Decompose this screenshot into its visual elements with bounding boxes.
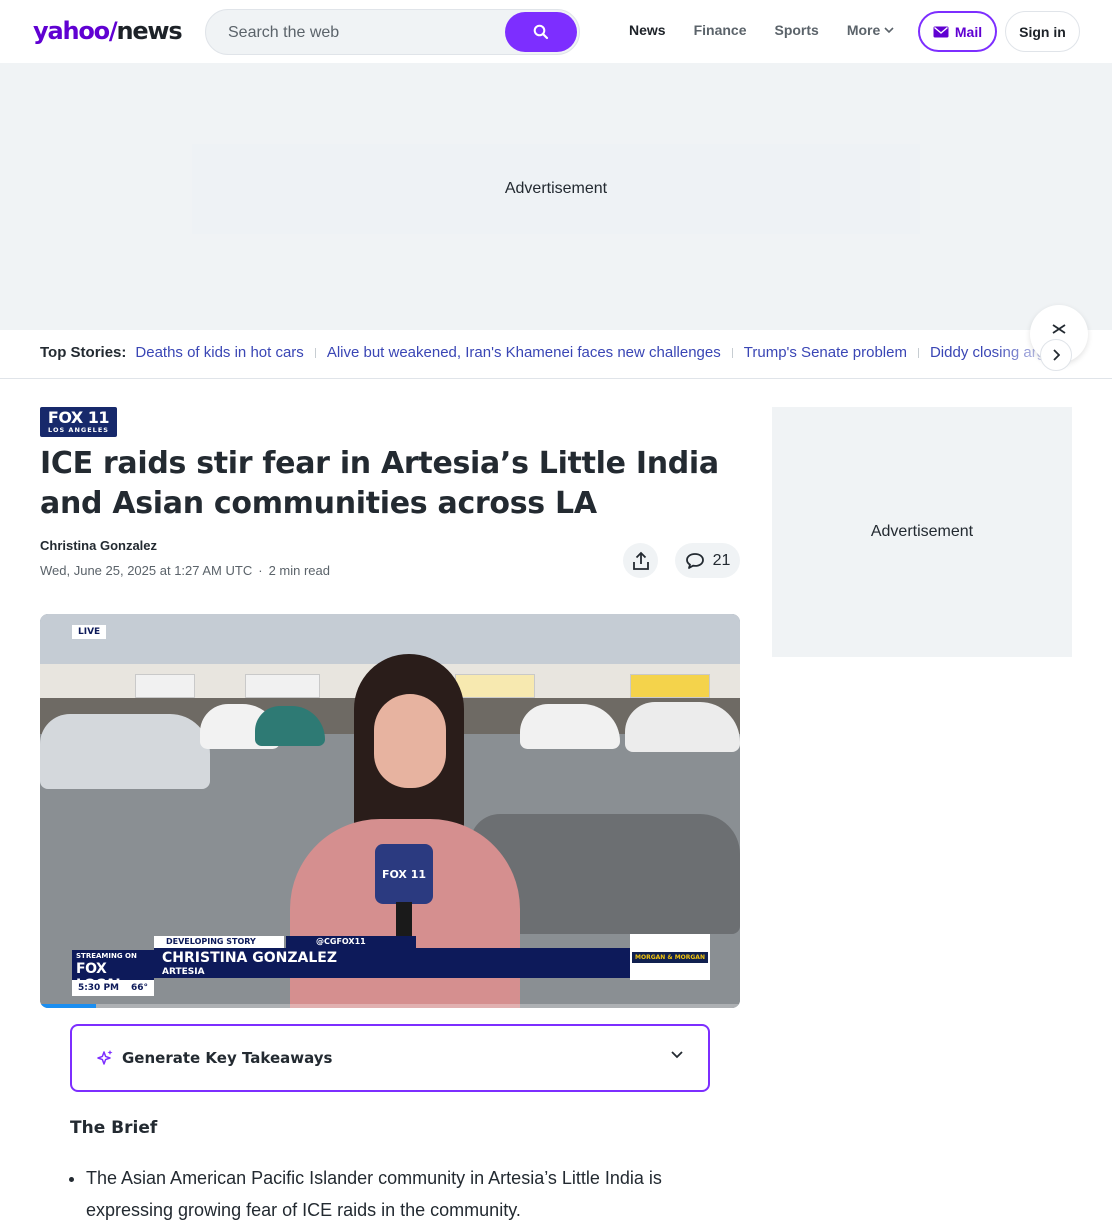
sponsor-logo: MORGAN & MORGAN	[630, 934, 710, 980]
share-icon	[632, 551, 649, 570]
search-bar	[205, 9, 580, 55]
video-progress-bar[interactable]	[40, 1004, 740, 1008]
logo-news-text: news	[116, 17, 182, 45]
reporter-location: ARTESIA	[162, 967, 205, 977]
developing-story-label: DEVELOPING STORY	[154, 936, 284, 948]
search-icon	[533, 24, 549, 40]
article-meta: Wed, June 25, 2025 at 1:27 AM UTC · 2 mi…	[40, 563, 330, 578]
chevron-down-icon	[884, 27, 894, 34]
site-header: yahoo/news News Finance Sports More Mail…	[0, 0, 1112, 64]
car	[625, 702, 740, 752]
time-temp-strip: 5:30 PM 66°	[72, 980, 154, 996]
top-ad-label: Advertisement	[504, 180, 608, 197]
search-button[interactable]	[505, 12, 577, 52]
nav-finance-label: Finance	[693, 22, 747, 38]
reporter-handle: @CGFOX11	[286, 936, 416, 948]
streaming-on-label: STREAMING ON	[76, 952, 137, 960]
logo-yahoo-text: yahoo/	[33, 17, 118, 45]
top-stories-bar: Top Stories: Deaths of kids in hot cars …	[0, 330, 1112, 379]
reporter-name-plate: CHRISTINA GONZALEZ ARTESIA	[154, 948, 630, 978]
nav-finance[interactable]: Finance	[694, 22, 747, 38]
microphone: FOX 11	[375, 844, 433, 904]
broadcast-temp: 66°	[131, 983, 149, 993]
top-ad-region: Advertisement	[0, 64, 1112, 330]
nav-news-label: News	[629, 22, 666, 38]
sign-in-label: Sign in	[1019, 23, 1066, 40]
sign-in-button[interactable]: Sign in	[1005, 11, 1080, 52]
meta-dot: ·	[258, 563, 263, 578]
nav-more[interactable]: More	[847, 22, 894, 38]
nav-sports[interactable]: Sports	[774, 22, 818, 38]
nav-news[interactable]: News	[629, 22, 666, 38]
key-takeaways-label: Generate Key Takeaways	[122, 1049, 333, 1067]
sparkle-icon	[97, 1050, 113, 1065]
mail-button[interactable]: Mail	[918, 11, 997, 52]
top-ad[interactable]: Advertisement	[192, 144, 920, 234]
provider-logo-sub: LOS ANGELES	[48, 426, 109, 434]
chevron-right-icon	[1053, 349, 1060, 361]
read-time: 2 min read	[268, 563, 330, 578]
sidebar-ad-label: Advertisement	[870, 523, 974, 540]
nav-more-label: More	[846, 22, 881, 38]
article-author[interactable]: Christina Gonzalez	[40, 538, 157, 553]
top-story-link[interactable]: Trump's Senate problem	[744, 344, 907, 361]
nav-sports-label: Sports	[774, 22, 819, 38]
story-divider	[731, 347, 733, 358]
reporter-name: CHRISTINA GONZALEZ	[162, 950, 337, 966]
article-date: Wed, June 25, 2025 at 1:27 AM UTC	[40, 563, 253, 578]
top-stories-label: Top Stories:	[40, 344, 127, 361]
car	[40, 714, 210, 789]
close-icon	[1052, 324, 1066, 334]
video-progress-fill	[40, 1004, 96, 1008]
story-divider	[917, 347, 919, 358]
fox-local-bug: STREAMING ON FOX LOCAL 5:30 PM 66°	[72, 950, 154, 996]
brief-item: The Asian American Pacific Islander comm…	[86, 1162, 696, 1223]
car	[520, 704, 620, 749]
search-input[interactable]	[228, 21, 498, 45]
share-button[interactable]	[623, 543, 658, 578]
story-divider	[314, 347, 316, 358]
chevron-down-icon	[671, 1051, 683, 1059]
stories-next-button[interactable]	[1040, 339, 1072, 371]
yahoo-news-logo[interactable]: yahoo/news	[33, 17, 183, 45]
comments-button[interactable]: 21	[675, 543, 740, 578]
brief-list: The Asian American Pacific Islander comm…	[86, 1162, 696, 1223]
video-player[interactable]: FOX 11 LIVE DEVELOPING STORY @CGFOX11 ST…	[40, 614, 740, 1008]
article-headline: ICE raids stir fear in Artesia’s Little …	[40, 446, 719, 521]
broadcast-lower-third: DEVELOPING STORY @CGFOX11 STREAMING ON F…	[72, 934, 740, 996]
broadcast-time: 5:30 PM	[77, 983, 120, 993]
mail-label: Mail	[954, 23, 983, 40]
top-story-link[interactable]: Alive but weakened, Iran's Khamenei face…	[327, 344, 721, 361]
main-nav: News Finance Sports More	[629, 22, 894, 38]
provider-logo-main: FOX 11	[47, 408, 110, 427]
mail-icon	[933, 26, 949, 37]
provider-logo[interactable]: FOX 11 LOS ANGELES	[40, 407, 117, 437]
comment-icon	[685, 552, 704, 569]
key-takeaways-button[interactable]: Generate Key Takeaways	[70, 1024, 710, 1092]
sidebar-ad[interactable]: Advertisement	[772, 407, 1072, 657]
live-badge: LIVE	[72, 625, 107, 639]
reporter-face	[374, 694, 446, 788]
top-story-link[interactable]: Deaths of kids in hot cars	[135, 344, 303, 361]
store-sign	[630, 674, 710, 698]
sponsor-name: MORGAN & MORGAN	[632, 951, 708, 963]
store-sign	[135, 674, 195, 698]
brief-heading: The Brief	[70, 1118, 158, 1138]
comment-count: 21	[712, 551, 731, 569]
